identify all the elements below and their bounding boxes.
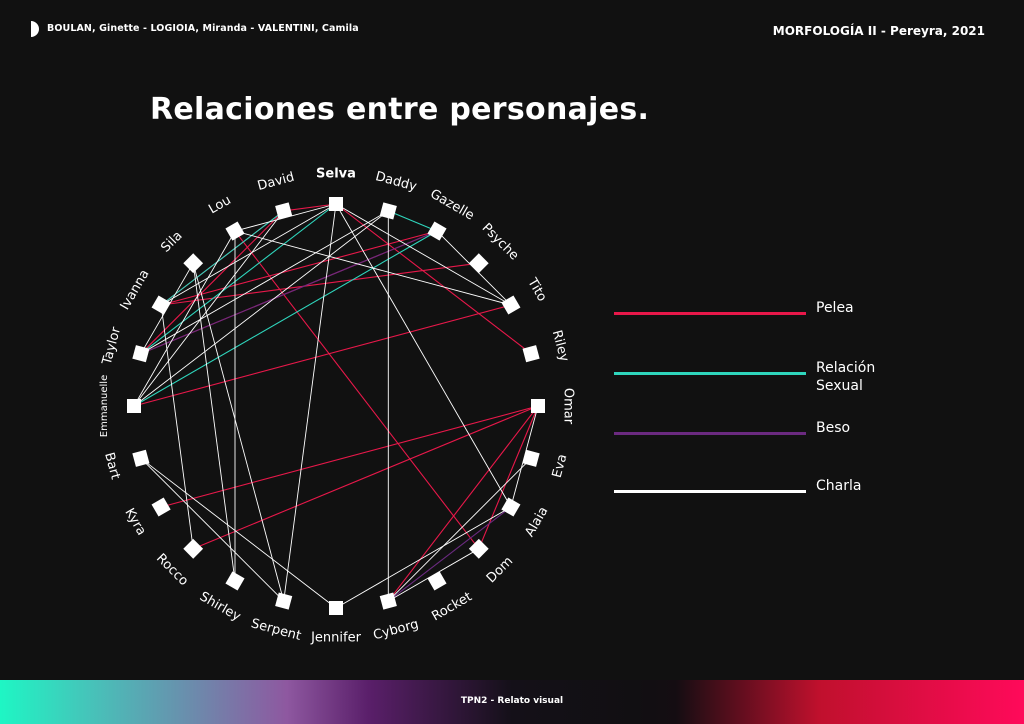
node-label-alaia: Alaia [522, 504, 551, 539]
footer-text: TPN2 - Relato visual [460, 696, 564, 706]
node-label-emmanuelle: Emmanuelle [99, 375, 110, 437]
node-label-rocket: Rocket [429, 589, 474, 624]
legend-label-charla: Charla [816, 478, 862, 494]
node-label-jennifer: Jennifer [310, 631, 361, 646]
edge-charla-sila-shirley [192, 263, 236, 581]
legend-line-beso [614, 432, 806, 435]
edge-pelea-gazelle-ivanna [160, 230, 438, 306]
node-label-kyra: Kyra [121, 506, 148, 538]
node-label-eva: Eva [550, 453, 571, 480]
node-lou [225, 221, 245, 241]
node-sila [183, 253, 204, 274]
node-riley [522, 345, 540, 363]
node-label-shirley: Shirley [197, 589, 244, 625]
node-label-omar: Omar [561, 388, 576, 425]
edge-charla-selva-serpent [283, 203, 337, 602]
node-rocket [427, 571, 447, 591]
node-label-cyborg: Cyborg [372, 617, 421, 643]
node-label-daddy: Daddy [374, 169, 419, 194]
edge-pelea-tito-emmanuelle [133, 304, 512, 407]
edge-relacion_sexual-daddy-gazelle [388, 210, 438, 232]
node-psyche [468, 253, 489, 274]
node-jennifer [329, 601, 343, 615]
node-label-lou: Lou [206, 193, 234, 218]
edge-beso-gazelle-taylor [140, 230, 438, 355]
node-label-dom: Dom [484, 554, 516, 586]
edge-charla-eva-cyborg [387, 457, 532, 602]
node-label-gazelle: Gazelle [427, 187, 476, 224]
edge-charla-alaia-jennifer [335, 506, 512, 609]
node-ivanna [151, 295, 171, 315]
edge-pelea-omar-rocco [192, 405, 539, 550]
node-label-ivanna: Ivanna [118, 267, 153, 313]
node-label-serpent: Serpent [249, 616, 302, 644]
node-daddy [379, 202, 397, 220]
legend-line-relacion-sexual [614, 372, 806, 375]
node-emmanuelle [127, 399, 141, 413]
node-label-selva: Selva [316, 167, 356, 182]
node-omar [531, 399, 545, 413]
node-label-riley: Riley [549, 329, 572, 364]
legend-line-pelea [614, 312, 806, 315]
edge-charla-selva-ivanna [160, 203, 337, 306]
edge-charla-lou-emmanuelle [133, 230, 236, 407]
node-kyra [151, 497, 171, 517]
node-alaia [501, 497, 521, 517]
edge-charla-selva-alaia [335, 203, 512, 508]
legend-label-relacion-sexual: Relación Sexual [816, 360, 876, 394]
legend-line-charla [614, 490, 806, 493]
labels-layer: Selva Daddy GazellePsycheTito Riley Omar Eva A… [99, 167, 576, 646]
footer-gradient-bar: TPN2 - Relato visual [0, 680, 1024, 724]
node-shirley [225, 571, 245, 591]
node-label-sila: Sila [158, 228, 185, 255]
edge-relacion_sexual-gazelle-emmanuelle [133, 230, 438, 407]
node-label-rocco: Rocco [153, 551, 191, 589]
node-label-psyche: Psyche [479, 221, 522, 264]
node-label-taylor: Taylor [99, 325, 124, 368]
node-dom [468, 538, 489, 559]
edge-charla-selva-tito [335, 203, 512, 306]
node-selva [329, 197, 343, 211]
legend-label-pelea: Pelea [816, 300, 854, 316]
node-label-bart: Bart [101, 451, 123, 481]
node-label-david: David [256, 170, 296, 194]
node-label-tito: Tito [524, 275, 550, 304]
nodes-layer [127, 197, 545, 615]
legend-label-beso: Beso [816, 420, 851, 436]
node-rocco [183, 538, 204, 559]
